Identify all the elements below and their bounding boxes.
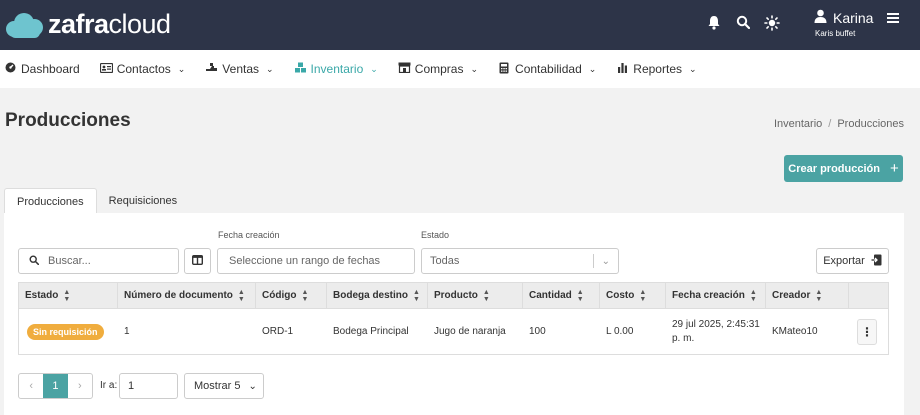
breadcrumb: Inventario / Producciones	[773, 118, 904, 130]
kebab-menu-icon: ⋮	[861, 324, 873, 339]
sort-icon: ▲ ▼	[482, 288, 490, 303]
chevron-down-icon: ⌄	[601, 255, 610, 267]
search-input[interactable]: Buscar...	[18, 248, 179, 274]
cell-creador: KMateo10	[772, 326, 818, 337]
brand-name: zafracloud	[48, 9, 171, 39]
top-bar: zafracloud Karina Karis buffet	[0, 0, 920, 50]
prev-page-button[interactable]: ‹	[19, 374, 43, 398]
sort-icon: ▲ ▼	[63, 288, 71, 303]
sort-icon: ▲ ▼	[639, 288, 647, 303]
user-company: Karis buffet	[815, 29, 856, 38]
column-toggle-button[interactable]	[184, 248, 211, 274]
pagination: ‹ 1 ›	[18, 373, 93, 399]
productions-panel: Fecha creación Estado Buscar... Seleccio…	[4, 213, 904, 415]
chevron-left-icon: ‹	[29, 380, 33, 392]
breadcrumb-item-inventario[interactable]: Inventario	[774, 118, 822, 130]
column-header-costo[interactable]: Costo ▲ ▼	[600, 283, 666, 308]
sort-icon: ▲ ▼	[237, 288, 245, 303]
sun-icon[interactable]	[763, 15, 781, 33]
export-icon	[871, 254, 882, 269]
nav-item-reportes[interactable]: Reportes ⌄	[616, 62, 697, 76]
estado-select[interactable]: Todas ⌄	[421, 248, 619, 274]
cell-fecha: 29 jul 2025, 2:45:31 p. m.	[672, 318, 760, 344]
sort-icon: ▲ ▼	[576, 288, 584, 303]
column-header-cantidad[interactable]: Cantidad ▲ ▼	[523, 283, 600, 308]
cloud-logo-icon	[6, 9, 46, 39]
status-badge: Sin requisición	[27, 323, 104, 340]
chevron-right-icon: ›	[77, 380, 82, 392]
user-name: Karina	[833, 9, 874, 26]
sort-icon: ▲ ▼	[749, 288, 757, 303]
columns-icon	[191, 254, 204, 268]
chevron-down-icon: ⌄	[370, 63, 378, 74]
sales-icon	[205, 62, 218, 76]
cell-costo: L 0.00	[606, 326, 634, 337]
cell-numero: 1	[124, 326, 130, 337]
column-header-numero[interactable]: Número de documento ▲ ▼	[118, 283, 256, 308]
table-header: Estado ▲ ▼ Número de documento ▲ ▼ Código ▲ ▼ …	[19, 283, 888, 308]
sort-icon: ▲ ▼	[413, 288, 420, 303]
column-header-creador[interactable]: Creador ▲ ▼	[766, 283, 849, 308]
chevron-down-icon: ⌄	[588, 63, 597, 74]
create-production-button[interactable]: Crear producción +	[784, 155, 903, 182]
plus-icon: +	[889, 160, 899, 177]
nav-item-contabilidad[interactable]: Contabilidad ⌄	[498, 62, 596, 77]
contacts-icon	[99, 62, 113, 76]
sort-icon: ▲ ▼	[815, 288, 823, 303]
search-placeholder: Buscar...	[48, 255, 91, 267]
sort-icon: ▲ ▼	[301, 288, 309, 303]
cell-bodega: Bodega Principal	[333, 326, 409, 337]
next-page-button[interactable]: ›	[68, 374, 92, 398]
column-header-codigo[interactable]: Código ▲ ▼	[256, 283, 327, 308]
store-icon	[398, 62, 411, 76]
calculator-icon	[498, 62, 510, 77]
chevron-down-icon: ⌄	[470, 63, 479, 74]
chevron-down-icon: ⌄	[248, 380, 257, 392]
bar-chart-icon	[616, 62, 628, 76]
main-nav: Dashboard Contactos ⌄ Ventas ⌄ Inventari…	[0, 50, 920, 88]
goto-page-input[interactable]: 1	[119, 373, 178, 399]
bell-icon[interactable]	[705, 15, 723, 33]
tab-requisiciones[interactable]: Requisiciones	[97, 188, 189, 214]
nav-item-inventario[interactable]: Inventario ⌄	[294, 62, 378, 76]
nav-item-dashboard[interactable]: Dashboard	[4, 62, 80, 76]
table-row[interactable]: Sin requisición 1 ORD-1 Bodega Principal…	[19, 308, 888, 354]
brand-logo[interactable]: zafracloud	[6, 9, 171, 39]
date-range-input[interactable]: Seleccione un rango de fechas	[217, 248, 415, 274]
tabs: Producciones Requisiciones	[4, 188, 189, 214]
goto-page-label: Ir a:	[100, 380, 118, 391]
user-icon	[814, 9, 827, 26]
export-button[interactable]: Exportar	[816, 248, 889, 274]
page-button-current[interactable]: 1	[43, 374, 68, 398]
column-header-bodega[interactable]: Bodega destino ▲ ▼	[327, 283, 428, 308]
page-size-select[interactable]: Mostrar 5 ⌄	[184, 373, 264, 399]
estado-filter-label: Estado	[421, 230, 450, 240]
chevron-down-icon: ⌄	[266, 63, 274, 74]
nav-item-contactos[interactable]: Contactos ⌄	[99, 62, 186, 76]
chevron-down-icon: ⌄	[177, 63, 186, 74]
breadcrumb-item-current: Producciones	[837, 118, 904, 130]
row-actions-button[interactable]: ⋮	[857, 318, 877, 345]
nav-item-compras[interactable]: Compras ⌄	[398, 62, 478, 76]
date-filter-label: Fecha creación	[218, 230, 280, 240]
page-title: Producciones	[5, 110, 131, 131]
cell-producto: Jugo de naranja	[434, 326, 506, 337]
cell-cantidad: 100	[529, 326, 546, 337]
column-header-fecha[interactable]: Fecha creación ▲ ▼	[666, 283, 766, 308]
chevron-down-icon: ⌄	[689, 63, 697, 74]
cell-codigo: ORD-1	[262, 326, 294, 337]
inventory-icon	[294, 62, 306, 76]
column-header-actions	[849, 283, 888, 308]
user-menu[interactable]: Karina Karis buffet	[814, 9, 900, 38]
hamburger-menu-icon[interactable]	[887, 12, 900, 23]
column-header-producto[interactable]: Producto ▲ ▼	[428, 283, 523, 308]
tab-producciones[interactable]: Producciones	[4, 188, 97, 214]
productions-table: Estado ▲ ▼ Número de documento ▲ ▼ Código ▲ ▼ …	[18, 282, 889, 355]
search-icon	[29, 254, 40, 268]
column-header-estado[interactable]: Estado ▲ ▼	[19, 283, 118, 308]
search-icon[interactable]	[734, 15, 752, 33]
nav-item-ventas[interactable]: Ventas ⌄	[205, 62, 274, 76]
dashboard-icon	[4, 62, 16, 76]
